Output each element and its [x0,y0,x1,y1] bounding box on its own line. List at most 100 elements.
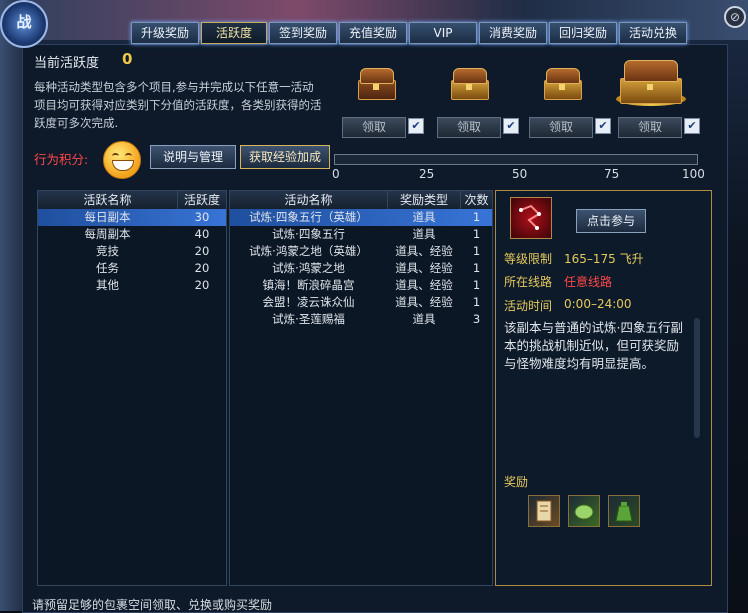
get-exp-bonus-button[interactable]: 获取经验加成 [240,145,330,169]
detail-scrollbar[interactable] [694,318,700,438]
rewards-label: 奖励 [504,475,529,489]
activity-description: 每种活动类型包含多个项目,参与并完成以下任意一活动项目均可获得对应类别下分值的活… [34,80,322,130]
tab-spend-reward[interactable]: 消费奖励 [479,22,547,44]
progress-tick-25: 25 [419,167,435,181]
activity-row[interactable]: 试炼·鸿蒙之地 道具、经验 1 [230,260,492,277]
behavior-points-label: 行为积分: [34,152,89,167]
tab-recharge-reward[interactable]: 充值奖励 [339,22,407,44]
claim-button-2[interactable]: 领取 [437,117,501,138]
explain-manage-button[interactable]: 说明与管理 [150,145,236,169]
category-name: 每日副本 [84,210,131,224]
category-header-name: 活跃名称 [38,191,178,209]
claim-button-4[interactable]: 领取 [618,117,682,138]
activity-name: 试炼·圣莲赐福 [272,312,345,326]
tab-activity[interactable]: 活跃度 [201,22,267,44]
category-row[interactable]: 每周副本 40 [38,226,226,243]
category-name: 其他 [96,278,119,292]
activity-header-reward-type: 奖励类型 [388,191,461,209]
category-points: 30 [194,210,210,224]
smiley-face-icon [103,141,141,179]
tab-return-reward[interactable]: 回归奖励 [549,22,617,44]
footer-hint: 请预留足够的包裹空间领取、兑换或购买奖励 [32,598,273,612]
activity-progress-bar [334,154,698,165]
checkbox-2[interactable]: ✔ [503,118,519,134]
treasure-chest-icon [616,56,686,106]
activity-count: 1 [472,210,481,224]
category-header-activity: 活跃度 [178,191,226,209]
scroll-item-icon[interactable] [528,495,560,527]
activity-count: 3 [472,312,481,326]
progress-tick-0: 0 [332,167,340,181]
activity-reward-type: 道具、经验 [395,261,453,275]
checkbox-3[interactable]: ✔ [595,118,611,134]
activity-time-value: 0:00–24:00 [564,297,632,311]
progress-tick-100: 100 [682,167,705,181]
chest-icon-2 [449,66,489,100]
activity-name: 试炼·四象五行 [272,227,345,241]
jade-item-icon[interactable] [568,495,600,527]
activity-count: 1 [472,295,481,309]
activity-row[interactable]: 试炼·四象五行 道具 1 [230,226,492,243]
activity-title: 当前活跃度 [34,56,100,71]
tab-sign-in-reward[interactable]: 签到奖励 [269,22,337,44]
activity-count: 1 [472,278,481,292]
activity-table: 活动名称 奖励类型 次数 试炼·四象五行（英雄） 道具 1 试炼·四象五行 道具… [229,190,493,586]
progress-tick-75: 75 [604,167,620,181]
category-points: 20 [194,278,210,292]
activity-time-label: 活动时间 [504,299,553,313]
activity-count: 1 [472,227,481,241]
category-points: 20 [194,244,210,258]
chest-icon-1 [356,66,396,100]
activity-name: 试炼·四象五行（英雄） [249,210,368,224]
route-value: 任意线路 [564,275,613,289]
potion-bag-icon[interactable] [608,495,640,527]
activity-detail-panel: 点击参与 等级限制 165–175 飞升 所在线路 任意线路 活动时间 0:00… [495,190,712,586]
activity-reward-type: 道具 [412,312,436,326]
activity-name: 会盟！凌云诛众仙 [262,295,355,309]
checkbox-4[interactable]: ✔ [684,118,700,134]
logo-text: 战 [16,13,32,31]
progress-tick-50: 50 [512,167,528,181]
activity-reward-type: 道具、经验 [395,278,453,292]
route-label: 所在线路 [504,275,553,289]
tab-upgrade-reward[interactable]: 升级奖励 [131,22,199,44]
activity-reward-type: 道具、经验 [395,295,453,309]
join-activity-button[interactable]: 点击参与 [576,209,646,233]
chest-icon-3 [542,66,582,100]
activity-header-name: 活动名称 [230,191,388,209]
category-row[interactable]: 每日副本 30 [38,209,226,226]
category-points: 20 [194,261,210,275]
claim-button-1[interactable]: 领取 [342,117,406,138]
activity-name: 试炼·鸿蒙之地（英雄） [249,244,368,258]
activity-count: 1 [472,261,481,275]
activity-description-text: 该副本与普通的试炼·四象五行副本的挑战机制近似，但可获奖励与怪物难度均有明显提高… [504,320,683,371]
category-row[interactable]: 任务 20 [38,260,226,277]
activity-reward-type: 道具 [412,210,436,224]
category-points: 40 [194,227,210,241]
activity-reward-type: 道具 [412,227,436,241]
activity-name: 镇海！断浪碎晶宫 [262,278,355,292]
category-table: 活跃名称 活跃度 每日副本 30 每周副本 40 竞技 20 任务 20 其他 … [37,190,227,586]
activity-count: 1 [472,244,481,258]
activity-row[interactable]: 试炼·圣莲赐福 道具 3 [230,311,492,328]
activity-emblem-icon [510,197,552,239]
category-name: 竞技 [96,244,119,258]
activity-reward-type: 道具、经验 [395,244,453,258]
claim-button-3[interactable]: 领取 [529,117,593,138]
close-icon[interactable]: ⊘ [724,6,746,28]
activity-row[interactable]: 试炼·四象五行（英雄） 道具 1 [230,209,492,226]
activity-row[interactable]: 会盟！凌云诛众仙 道具、经验 1 [230,294,492,311]
category-name: 任务 [96,261,119,275]
category-row[interactable]: 其他 20 [38,277,226,294]
activity-row[interactable]: 镇海！断浪碎晶宫 道具、经验 1 [230,277,492,294]
activity-value: 0 [122,50,133,68]
tab-event-exchange[interactable]: 活动兑换 [619,22,687,44]
activity-header-count: 次数 [461,191,492,209]
level-limit-label: 等级限制 [504,252,553,266]
game-logo: 战 [0,0,48,48]
activity-row[interactable]: 试炼·鸿蒙之地（英雄） 道具、经验 1 [230,243,492,260]
tab-vip[interactable]: VIP [409,22,477,44]
category-name: 每周副本 [84,227,131,241]
checkbox-1[interactable]: ✔ [408,118,424,134]
category-row[interactable]: 竞技 20 [38,243,226,260]
